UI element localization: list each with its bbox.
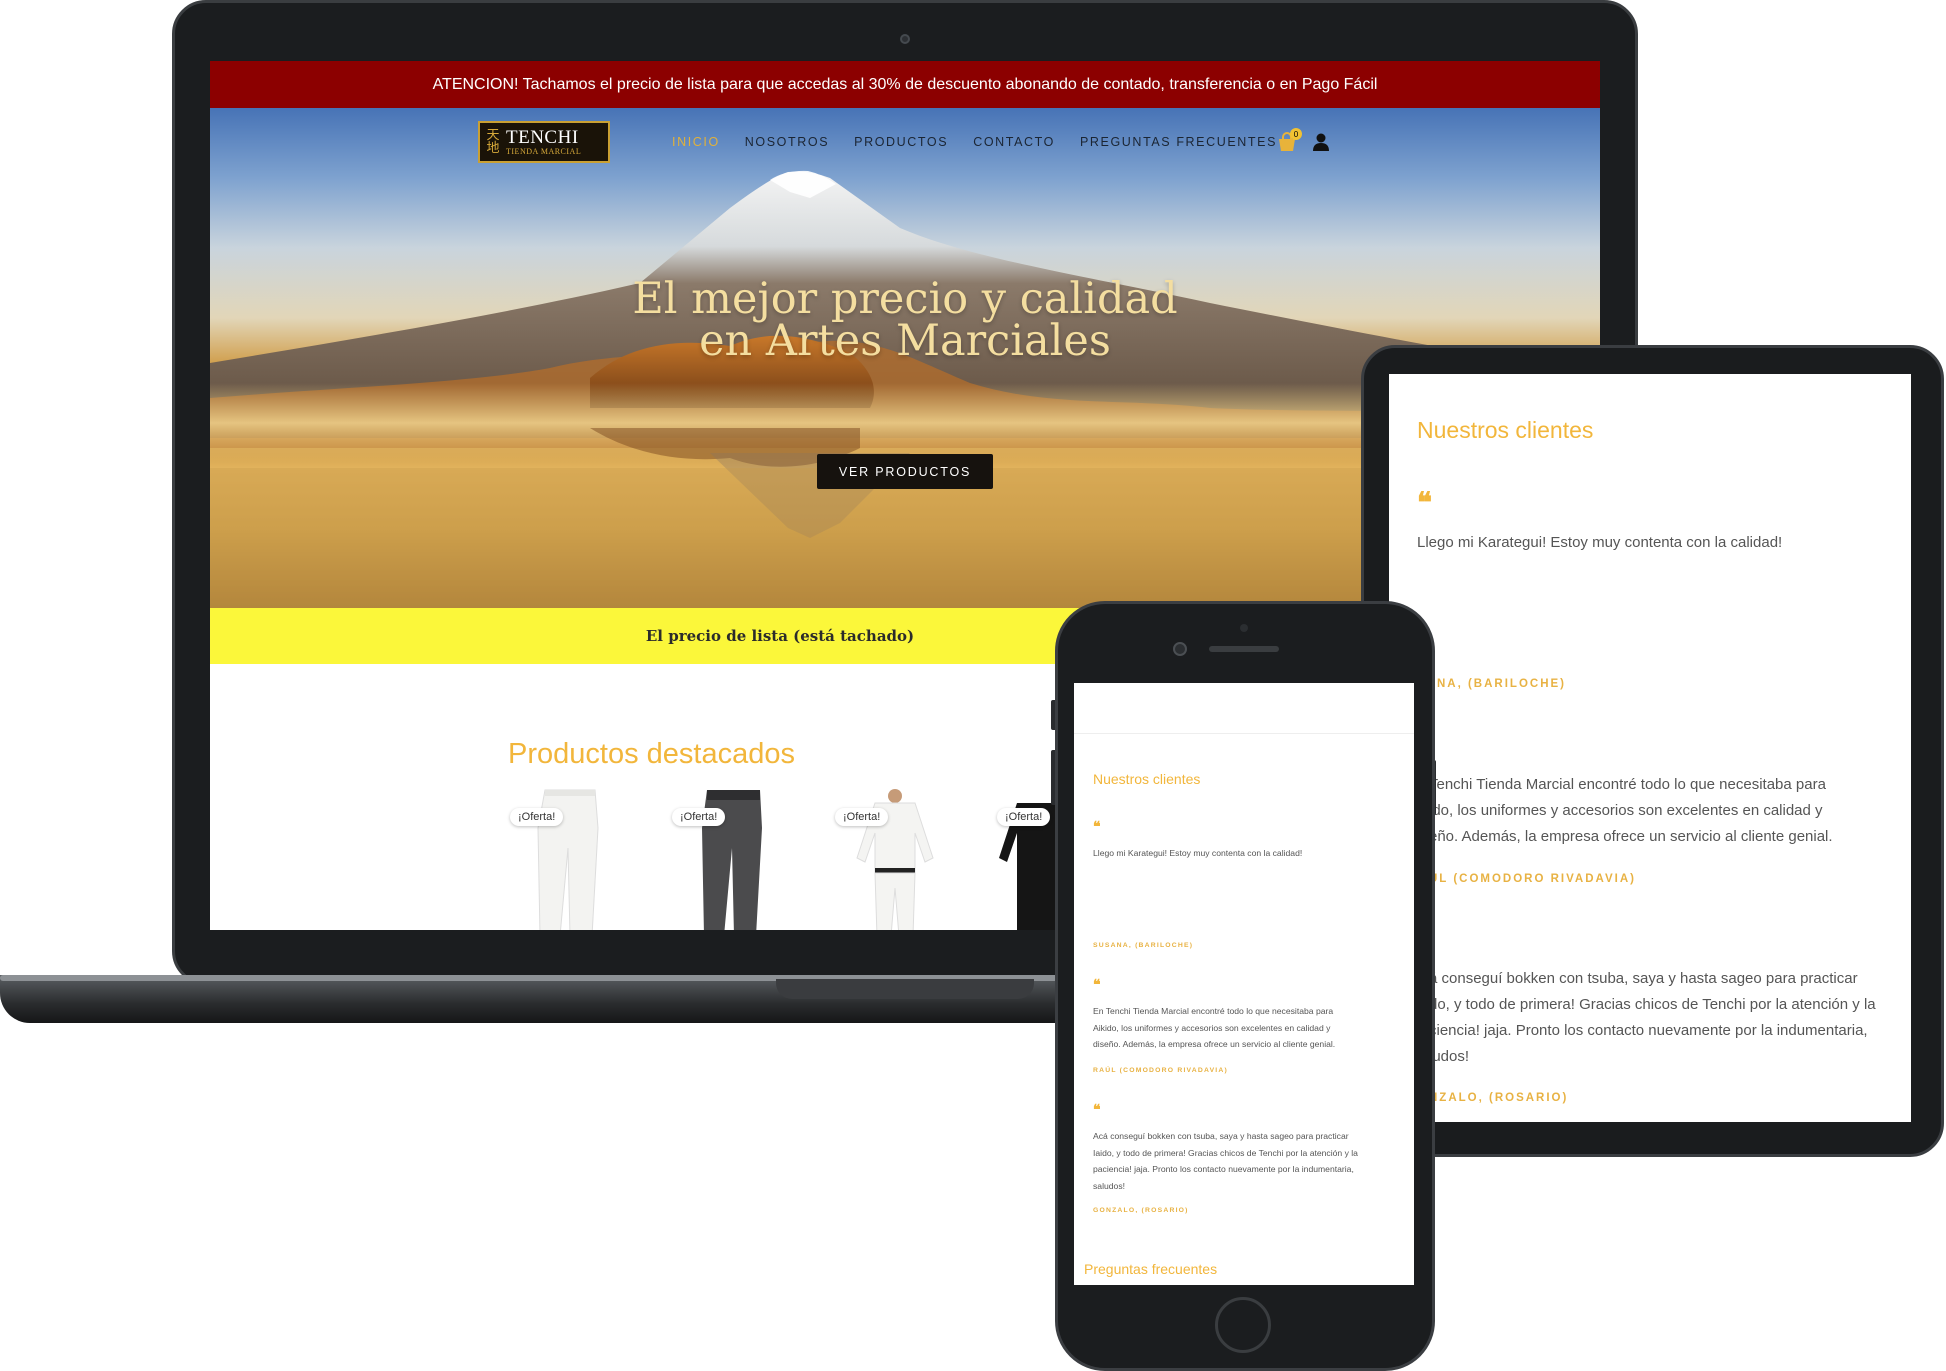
testimonial-line: saludos!	[1093, 1180, 1126, 1191]
testimonial-text: Tenchi Tienda Marcial encontré todo lo q…	[1429, 772, 1833, 850]
announcement-text: ATENCION! Tachamos el precio de lista pa…	[432, 75, 1378, 93]
phone-screen: Nuestros clientes ❝ Llego mi Karategui! …	[1074, 683, 1414, 1285]
laptop-notch	[776, 979, 1034, 999]
testimonial-line: ido, los uniformes y accesorios son exce…	[1429, 802, 1823, 819]
testimonial-line: paciencia! jaja. Pronto los contacto nue…	[1093, 1164, 1354, 1174]
tablet-screen: Nuestros clientes ❝ Llego mi Karategui! …	[1389, 374, 1911, 1122]
phone-speaker	[1209, 646, 1279, 652]
testimonial-text: Llego mi Karategui! Estoy muy contenta c…	[1417, 534, 1783, 551]
testimonial-author: SANA, (BARILOCHE)	[1417, 678, 1566, 690]
quote-icon: ❝	[1093, 819, 1101, 835]
logo-text: TENCHI TIENDA MARCIAL	[506, 128, 581, 156]
nav-inicio[interactable]: INICIO	[672, 135, 720, 149]
testimonial-text: Acá conseguí bokken con tsuba, saya y ha…	[1093, 1128, 1358, 1194]
price-notice-text: El precio de lista (está tachado)	[645, 627, 915, 645]
testimonials-title: Nuestros clientes	[1093, 771, 1201, 787]
phone-camera	[1173, 642, 1187, 656]
quote-icon: ❝	[1417, 486, 1433, 519]
testimonial-author: NZALO, (ROSARIO)	[1429, 1092, 1569, 1104]
testimonial-author: RAÚL (COMODORO RIVADAVIA)	[1093, 1067, 1228, 1074]
hero-title-line1: El mejor precio y calidad	[632, 274, 1178, 324]
testimonial-author: ÚL (COMODORO RIVADAVIA)	[1429, 873, 1636, 885]
testimonial-line: diseño. Además, la empresa ofrece un ser…	[1093, 1039, 1336, 1049]
testimonial-author: GONZALO, (ROSARIO)	[1093, 1207, 1189, 1214]
testimonial-line: Aikido, los uniformes y accesorios son e…	[1093, 1022, 1331, 1033]
offer-badge: ¡Oferta!	[835, 808, 889, 826]
nav-contacto[interactable]: CONTACTO	[973, 135, 1055, 149]
testimonial-line: eño. Además, la empresa ofrece un servic…	[1429, 828, 1833, 845]
faq-title: Preguntas frecuentes	[1084, 1261, 1218, 1277]
products-title: Productos destacados	[508, 738, 795, 770]
testimonial-line: Tenchi Tienda Marcial encontré todo lo q…	[1429, 776, 1826, 793]
product-card[interactable]: ¡Oferta!	[835, 788, 955, 930]
offer-badge: ¡Oferta!	[672, 808, 726, 826]
offer-badge: ¡Oferta!	[997, 808, 1051, 826]
testimonial-line: do, y todo de primera! Gracias chicos de…	[1429, 996, 1876, 1013]
ver-productos-button[interactable]: VER PRODUCTOS	[817, 454, 993, 489]
logo-kanji-bottom: 地	[486, 141, 500, 156]
quote-icon: ❝	[1093, 977, 1101, 993]
product-card[interactable]: ¡Oferta!	[510, 788, 630, 930]
testimonial-text: En Tenchi Tienda Marcial encontré todo l…	[1093, 1003, 1335, 1053]
tenchi-logo[interactable]: 天 地 TENCHI TIENDA MARCIAL	[478, 121, 610, 163]
testimonial-author: SUSANA, (BARILOCHE)	[1093, 942, 1194, 949]
product-card[interactable]: ¡Oferta!	[672, 788, 792, 930]
testimonial-text: Llego mi Karategui! Estoy muy contenta c…	[1093, 848, 1303, 858]
testimonial-line: á conseguí bokken con tsuba, saya y hast…	[1429, 970, 1858, 987]
hero-title: El mejor precio y calidad en Artes Marci…	[510, 274, 1300, 366]
main-nav: INICIO NOSOTROS PRODUCTOS CONTACTO PREGU…	[672, 135, 1277, 149]
laptop-camera	[900, 34, 910, 44]
nav-preguntas-frecuentes[interactable]: PREGUNTAS FRECUENTES	[1080, 135, 1277, 149]
header-divider	[1074, 733, 1414, 734]
testimonial-line: ludos!	[1429, 1048, 1470, 1065]
nav-nosotros[interactable]: NOSOTROS	[745, 135, 829, 149]
cart-count-badge: 0	[1290, 128, 1302, 140]
logo-subtitle: TIENDA MARCIAL	[506, 147, 582, 156]
testimonial-line: En Tenchi Tienda Marcial encontré todo l…	[1093, 1006, 1334, 1016]
user-icon[interactable]	[1312, 132, 1330, 152]
quote-icon: ❝	[1093, 1102, 1101, 1118]
hero-title-line2: en Artes Marciales	[699, 316, 1111, 366]
nav-productos[interactable]: PRODUCTOS	[854, 135, 948, 149]
testimonial-line: Acá conseguí bokken con tsuba, saya y ha…	[1093, 1131, 1349, 1141]
phone-home-button[interactable]	[1215, 1297, 1271, 1353]
announcement-bar: ATENCION! Tachamos el precio de lista pa…	[210, 61, 1600, 108]
phone-front-sensor	[1240, 624, 1248, 632]
testimonial-text: á conseguí bokken con tsuba, saya y hast…	[1429, 966, 1876, 1070]
testimonials-title: Nuestros clientes	[1417, 417, 1594, 443]
offer-badge: ¡Oferta!	[510, 808, 564, 826]
testimonial-line: ciencia! jaja. Pronto los contacto nueva…	[1429, 1022, 1868, 1039]
logo-kanji: 天 地	[486, 129, 500, 155]
testimonial-line: Iaido, y todo de primera! Gracias chicos…	[1093, 1147, 1358, 1158]
logo-name: TENCHI	[506, 127, 579, 148]
